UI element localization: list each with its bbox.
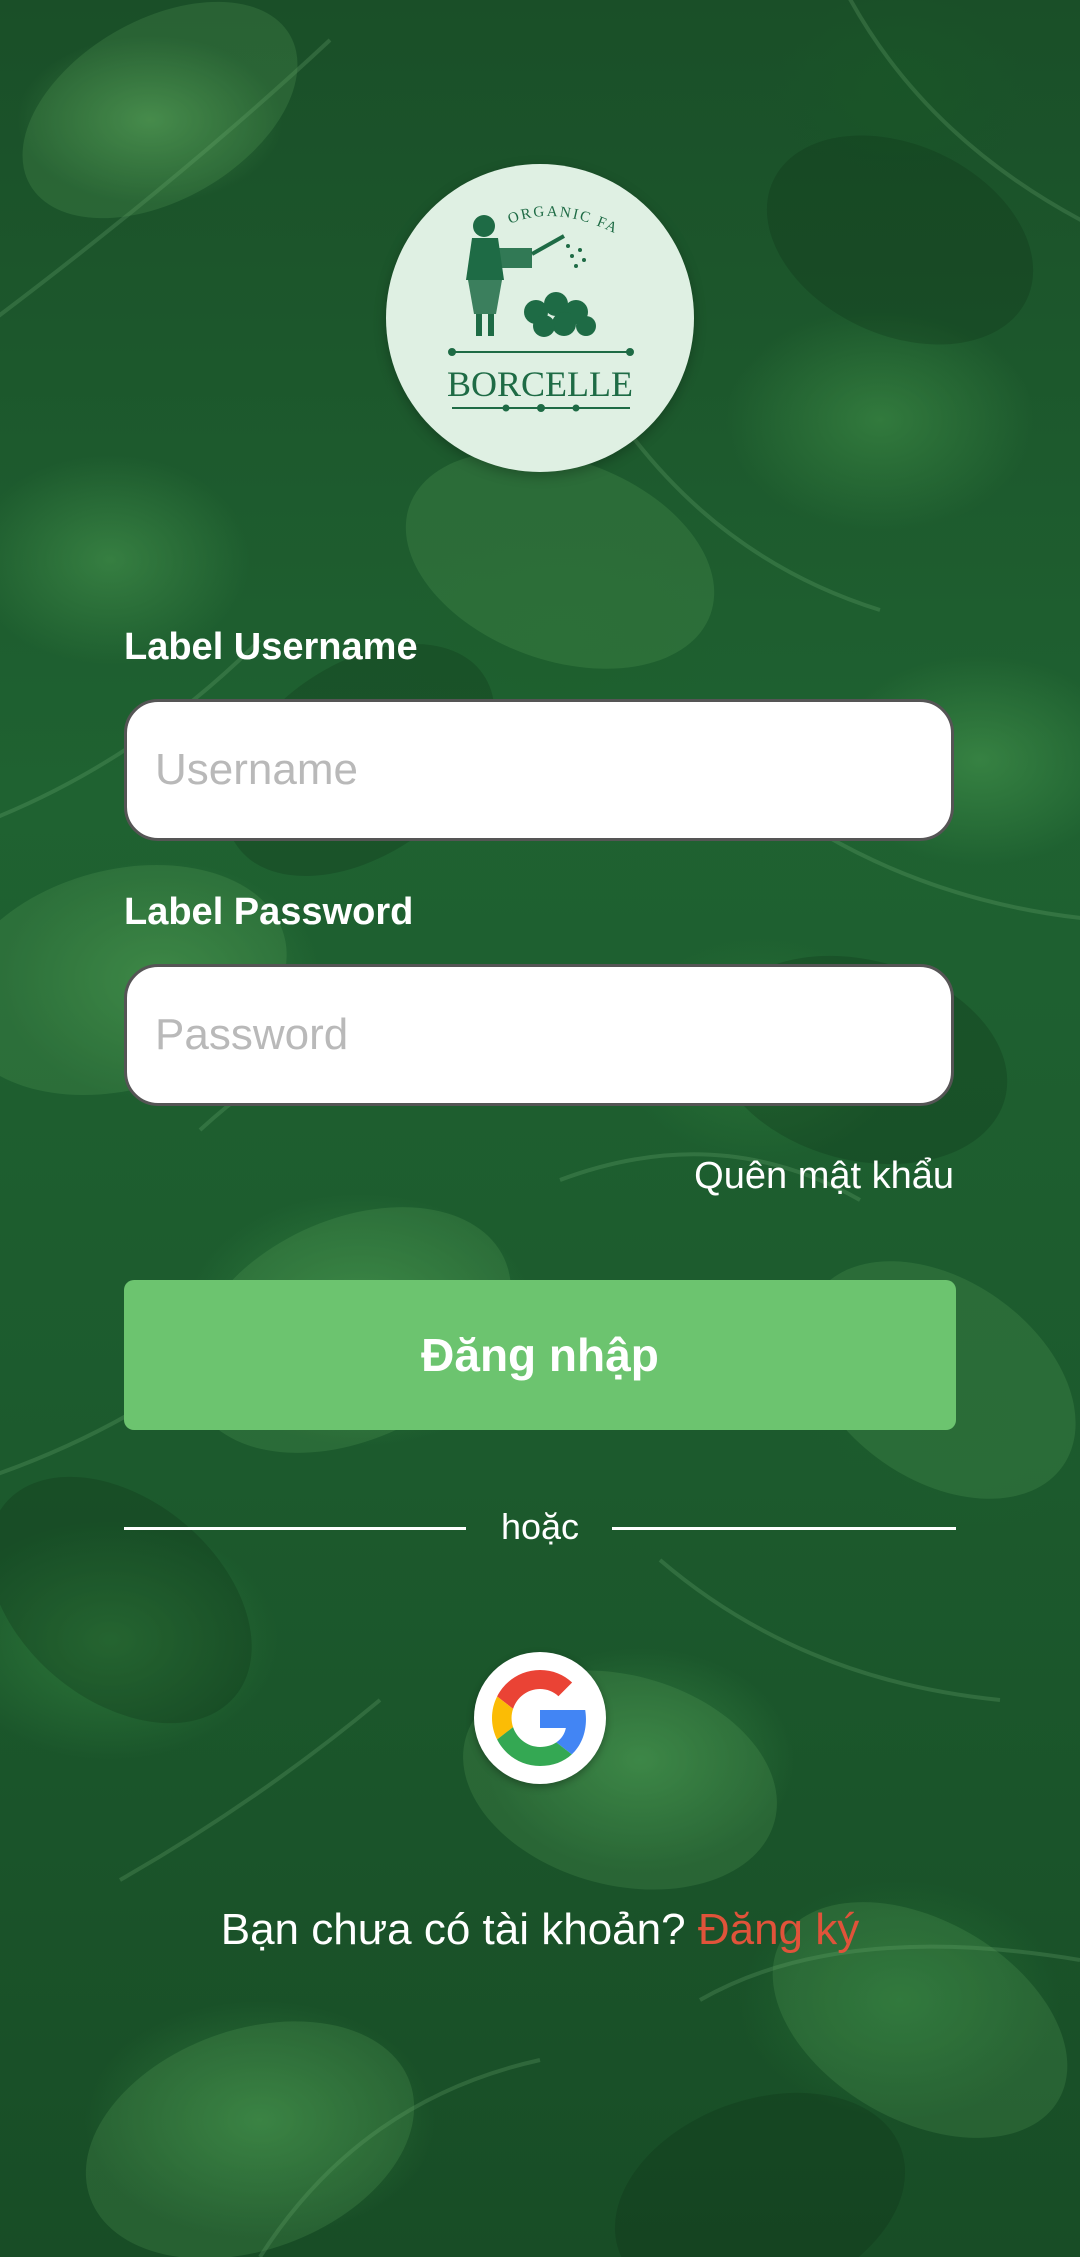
signup-row: Bạn chưa có tài khoản? Đăng ký — [0, 1905, 1080, 1955]
logo-tagline: ORGANIC FARM — [386, 164, 619, 238]
divider-text: hoặc — [500, 1506, 580, 1547]
username-input[interactable] — [124, 699, 954, 841]
svg-text:ORGANIC FARM: ORGANIC FARM — [386, 164, 621, 238]
signup-prompt: Bạn chưa có tài khoản? — [220, 1905, 686, 1954]
login-button[interactable]: Đăng nhập — [124, 1280, 956, 1430]
password-input[interactable] — [124, 964, 954, 1106]
login-screen: ORGANIC FARM BORCELLE Label Username Lab… — [0, 0, 1080, 2257]
brand-logo: ORGANIC FARM BORCELLE — [386, 164, 694, 472]
signup-link[interactable]: Đăng ký — [698, 1905, 859, 1954]
google-signin-button[interactable] — [474, 1652, 606, 1784]
password-label: Label Password — [124, 891, 414, 933]
username-label: Label Username — [124, 626, 418, 668]
forgot-password-link[interactable]: Quên mật khẩu — [694, 1155, 954, 1198]
divider-line-left — [124, 1527, 466, 1530]
divider-line-right — [612, 1527, 956, 1530]
google-icon — [492, 1670, 586, 1766]
logo-brand-name: BORCELLE — [447, 364, 633, 404]
farmer-logo-icon: ORGANIC FARM BORCELLE — [386, 164, 634, 412]
